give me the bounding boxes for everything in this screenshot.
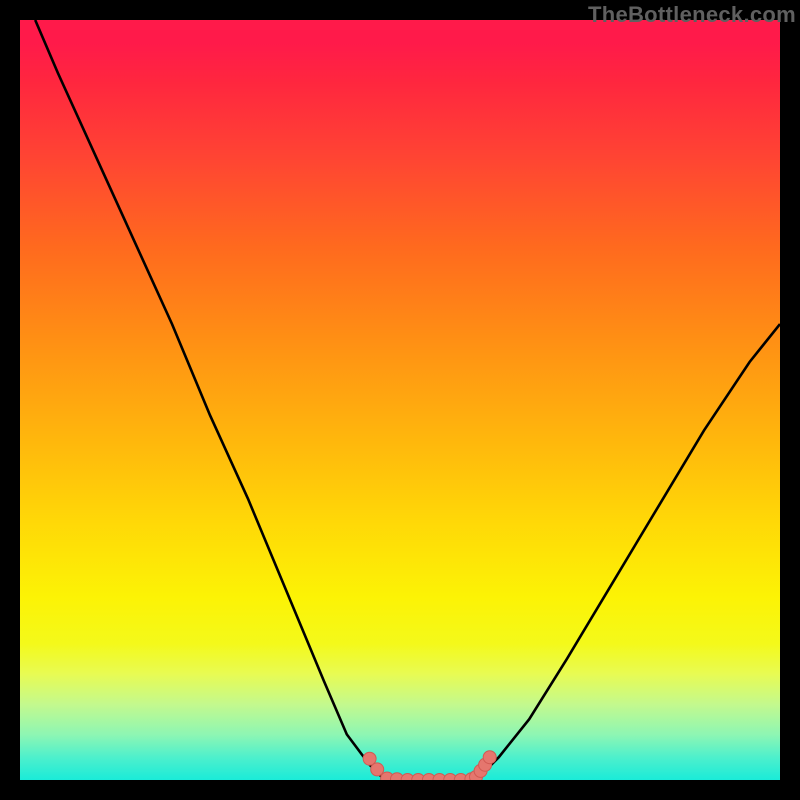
watermark-text: TheBottleneck.com xyxy=(588,2,796,28)
trough-markers xyxy=(363,751,496,780)
chart-svg xyxy=(20,20,780,780)
trough-marker xyxy=(371,763,384,776)
chart-plot-area xyxy=(20,20,780,780)
curve-left xyxy=(35,20,385,780)
curve-right xyxy=(476,324,780,780)
chart-frame: TheBottleneck.com xyxy=(0,0,800,800)
trough-marker xyxy=(483,751,496,764)
